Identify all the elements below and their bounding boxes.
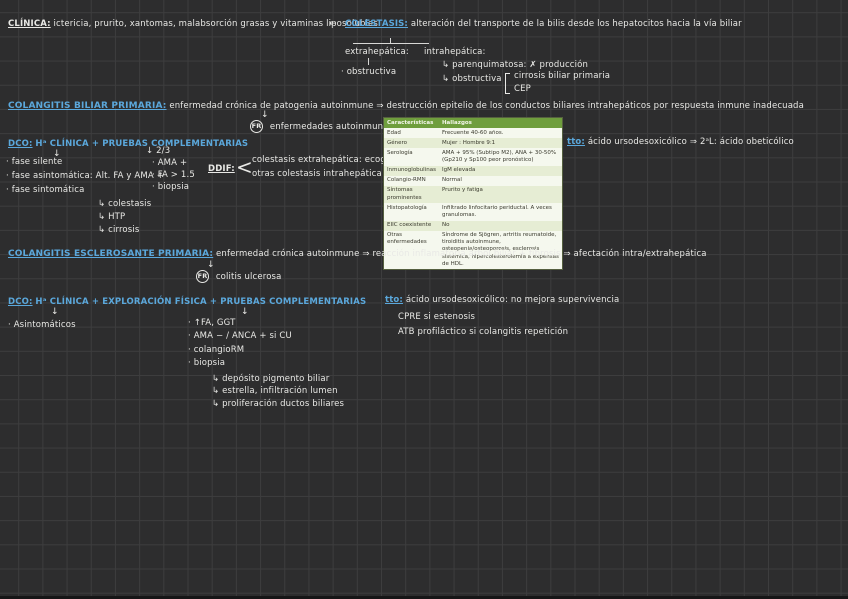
- table-row: EIIC coexistente No: [384, 220, 562, 231]
- colestasis-text: alteración del transporte de la bilis de…: [410, 19, 742, 29]
- cbp-tto-label: tto:: [567, 137, 585, 147]
- cbp-dco-line: DCO: Hᵃ CLÍNICA + PRUEBAS COMPLEMENTARIA…: [8, 139, 248, 149]
- cbp-criteria-3: · biopsia: [152, 182, 190, 192]
- down-arrow-icon: ↓: [51, 307, 59, 317]
- table-cell: Prurito y fatiga: [438, 185, 562, 204]
- intrahepatica-label: intrahepática:: [424, 47, 486, 57]
- table-row: Síntomas prominentes Prurito y fatiga: [384, 185, 562, 204]
- cep-biopsia-sub-3: ↳ proliferación ductos biliares: [212, 399, 345, 409]
- cep-tto-line-3: ATB profiláctico si colangitis repetició…: [398, 327, 569, 337]
- cep-definition: enfermedad crónica autoinmune ⇒ reacción…: [216, 249, 707, 259]
- down-arrow-icon: ↓: [241, 307, 249, 317]
- notes-canvas[interactable]: CLÍNICA: ictericia, prurito, xantomas, m…: [0, 0, 848, 599]
- colestasis-line: COLESTASIS: alteración del transporte de…: [345, 19, 742, 29]
- cep-tto-label: tto:: [385, 295, 403, 305]
- cbp-tto-line: tto: ácido ursodesoxicólico ⇒ 2ᵃL: ácido…: [567, 137, 794, 147]
- table-cell: Inmunoglobulinas: [384, 165, 439, 176]
- table-cell: Género: [384, 138, 439, 149]
- left-arrow-icon: ←: [329, 19, 337, 29]
- table-cell: Edad: [384, 128, 439, 139]
- cbp-fase-sub-2: ↳ HTP: [98, 212, 126, 222]
- fr-circle-icon: FR: [250, 120, 263, 133]
- intrahepatica-sub2: ↳ obstructiva: [442, 74, 502, 84]
- cep-biopsia-sub-2: ↳ estrella, infiltración lumen: [212, 386, 338, 396]
- cbp-fase-2: · fase asintomática: Alt. FA y AMA +: [6, 171, 164, 181]
- cbp-fase-1: · fase silente: [6, 157, 63, 167]
- table-row: Serología AMA + 95% (Subtipo M2), ANA + 3…: [384, 148, 562, 166]
- cbp-tto-text: ácido ursodesoxicólico ⇒ 2ᵃL: ácido obet…: [587, 137, 794, 147]
- table-row: Histopatología Infiltrado linfocitario pe…: [384, 203, 562, 221]
- table-cell: Síntomas prominentes: [384, 185, 439, 204]
- cep-dco-label: DCO:: [8, 297, 33, 307]
- cep-title: COLANGITIS ESCLEROSANTE PRIMARIA:: [8, 249, 214, 259]
- cbp-comparison-table: Características Hallazgos Edad Frecuente …: [384, 118, 562, 270]
- cep-tto-line-1: tto: ácido ursodesoxicólico: no mejora s…: [385, 295, 619, 305]
- table-cell: Frecuente 40-60 años.: [438, 128, 562, 139]
- cep-biopsia-sub-1: ↳ depósito pigmento biliar: [212, 374, 330, 384]
- cbp-fase-sub-3: ↳ cirrosis: [98, 225, 140, 235]
- table-header-row: Características Hallazgos: [384, 118, 562, 129]
- connector-line: [353, 43, 429, 44]
- intrahepatica-option1: cirrosis biliar primaria: [514, 71, 611, 81]
- cep-tto-line-2: CPRE si estenosis: [398, 312, 476, 322]
- cbp-title-line: COLANGITIS BILIAR PRIMARIA: enfermedad c…: [8, 101, 804, 112]
- table-cell: Serología: [384, 148, 439, 166]
- cbp-fase-3: · fase sintomática: [6, 185, 85, 195]
- cbp-ddif-2: otras colestasis intrahepática: [252, 169, 382, 179]
- cbp-dco-text: Hᵃ CLÍNICA + PRUEBAS COMPLEMENTARIAS: [35, 139, 249, 149]
- cbp-fr-text: enfermedades autoinmunes: [269, 122, 394, 132]
- cbp-criteria-1: · AMA +: [152, 158, 188, 168]
- table-cell: Colangio-RMN: [384, 175, 439, 186]
- connector-line: [368, 58, 369, 65]
- table-cell: EIIC coexistente: [384, 220, 439, 231]
- cep-tto-text-1: ácido ursodesoxicólico: no mejora superv…: [405, 295, 620, 305]
- cep-prueba-3: · colangioRM: [188, 345, 245, 355]
- extrahepatica-sub: · obstructiva: [341, 67, 397, 77]
- colestasis-label: COLESTASIS:: [345, 19, 408, 29]
- bracket-shape: [505, 73, 510, 94]
- intrahepatica-option2: CEP: [514, 84, 531, 94]
- connector-line: [390, 38, 391, 44]
- cbp-dco-label: DCO:: [8, 139, 33, 149]
- table-cell: AMA + 95% (Subtipo M2), ANA + 30-50% (Gp…: [438, 148, 562, 166]
- table-row: Género Mujer : Hombre 9:1: [384, 138, 562, 149]
- cep-left-item: · Asintomáticos: [8, 320, 76, 330]
- table-cell: Normal: [438, 175, 562, 186]
- extrahepatica-label: extrahepática:: [345, 47, 409, 57]
- cbp-ddif-1: colestasis extrahepática: ecografía: [252, 155, 406, 165]
- cep-dco-text: Hᵃ CLÍNICA + EXPLORACIÓN FÍSICA + PRUEBA…: [35, 297, 367, 307]
- table-cell: No: [438, 220, 562, 231]
- cbp-fase-sub-1: ↳ colestasis: [98, 199, 152, 209]
- table-header-hallazgos: Hallazgos: [438, 118, 562, 129]
- table-row: Colangio-RMN Normal: [384, 175, 562, 186]
- table-cell: Histopatología: [384, 203, 439, 221]
- cep-prueba-2: · AMA − / ANCA + si CU: [188, 331, 292, 341]
- table-row: Inmunoglobulinas IgM elevada: [384, 165, 562, 176]
- fr-circle-icon: FR: [196, 270, 209, 283]
- cbp-fr-line: FR enfermedades autoinmunes: [250, 120, 393, 133]
- cep-fr-line: FR colitis ulcerosa: [196, 270, 281, 283]
- cbp-criteria-2: · FA > 1.5: [152, 170, 195, 180]
- cep-fr-text: colitis ulcerosa: [215, 272, 282, 282]
- intrahepatica-sub1: ↳ parenquimatosa: ✗ producción: [442, 60, 589, 70]
- cbp-title: COLANGITIS BILIAR PRIMARIA:: [8, 101, 167, 111]
- angle-brace: <: [236, 155, 253, 179]
- table-row: Edad Frecuente 40-60 años.: [384, 128, 562, 139]
- table-cell: IgM elevada: [438, 165, 562, 176]
- table-cell: Infiltrado linfocitario periductal. A ve…: [438, 203, 562, 221]
- cep-dco-line: DCO: Hᵃ CLÍNICA + EXPLORACIÓN FÍSICA + P…: [8, 297, 366, 307]
- cep-title-line: COLANGITIS ESCLEROSANTE PRIMARIA: enferm…: [8, 249, 707, 260]
- cbp-criteria-header: ↓ 2/3: [146, 146, 171, 156]
- table-header-caracteristicas: Características: [384, 118, 439, 129]
- cep-prueba-1: · ↑FA, GGT: [188, 318, 236, 328]
- cbp-ddif-label: DDIF:: [208, 164, 235, 174]
- cep-prueba-4: · biopsia: [188, 358, 226, 368]
- clinica-label: CLÍNICA:: [8, 19, 51, 29]
- clinica-line: CLÍNICA: ictericia, prurito, xantomas, m…: [8, 19, 378, 29]
- table-cell: Mujer : Hombre 9:1: [438, 138, 562, 149]
